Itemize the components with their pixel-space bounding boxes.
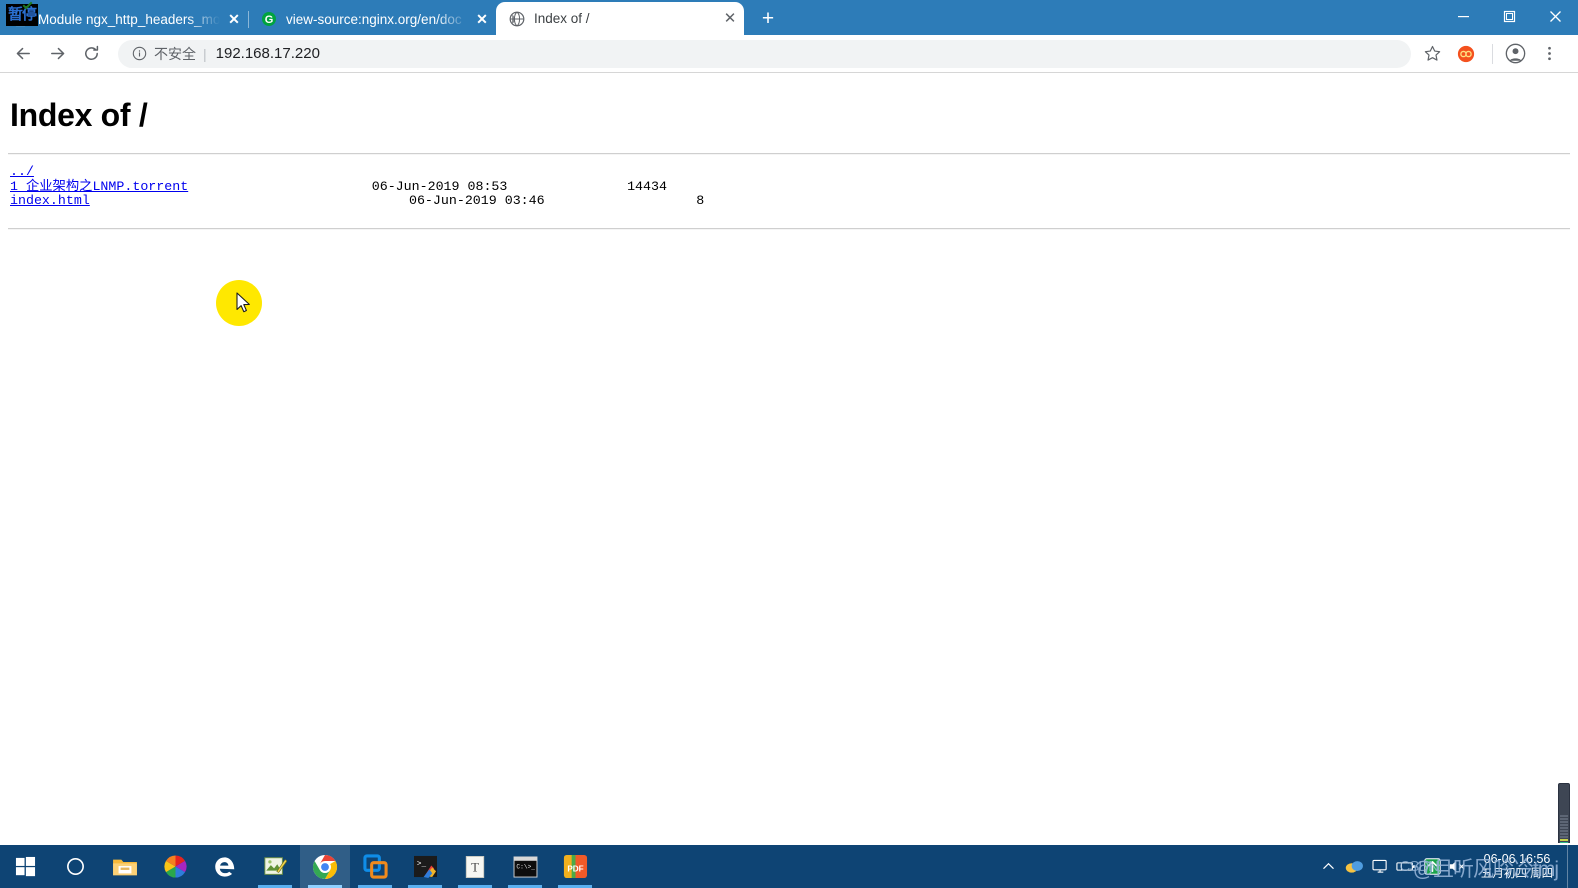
- browser-tab-3-title: Index of /: [534, 11, 590, 26]
- gauge-bar: [1560, 818, 1568, 820]
- screen: Module ngx_http_headers_mo ✕ G view-sour…: [0, 0, 1578, 888]
- toolbar-divider: [1492, 43, 1493, 64]
- minimize-button[interactable]: [1440, 0, 1486, 32]
- performance-gauge-widget[interactable]: [1558, 783, 1570, 843]
- tab-strip: Module ngx_http_headers_mo ✕ G view-sour…: [0, 0, 1578, 35]
- typora-button[interactable]: T: [450, 845, 500, 888]
- browser-tab-2-title: view-source:nginx.org/en/doc: [286, 11, 462, 27]
- reload-button[interactable]: [76, 39, 106, 69]
- page-viewport: Index of / ../ 1 企业架构之LNMP.torrent 06-Ju…: [0, 73, 1578, 843]
- gauge-bar: [1560, 842, 1568, 843]
- pinwheel-app-button[interactable]: [150, 845, 200, 888]
- browser-tab-1-close-icon[interactable]: ✕: [226, 11, 242, 27]
- browser-tab-2-close-icon[interactable]: ✕: [474, 11, 490, 27]
- windows-taskbar: >_ T C:\>_ PDF 06-06 16:56 五月初四 周四 CSDN …: [0, 845, 1578, 888]
- back-button[interactable]: [8, 39, 38, 69]
- svg-text:PDF: PDF: [567, 864, 583, 873]
- file-explorer-button[interactable]: [100, 845, 150, 888]
- google-chrome-button[interactable]: [300, 845, 350, 888]
- page-title: Index of /: [10, 97, 148, 133]
- mouse-cursor: [236, 292, 254, 321]
- browser-tab-2[interactable]: G view-source:nginx.org/en/doc ✕: [248, 3, 496, 35]
- network-monitor-icon[interactable]: [1367, 845, 1393, 888]
- url-text: 192.168.17.220: [215, 45, 320, 62]
- taskbar-clock[interactable]: 06-06 16:56 五月初四 周四: [1471, 852, 1567, 882]
- gauge-bar: [1560, 821, 1568, 823]
- show-desktop-button[interactable]: [1567, 845, 1576, 888]
- vmware-workstation-button[interactable]: [350, 845, 400, 888]
- bottom-rule: [8, 227, 1570, 230]
- xshell-terminal-button[interactable]: >_: [400, 845, 450, 888]
- browser-tab-1-title: Module ngx_http_headers_mo: [38, 11, 220, 27]
- bookmark-star-icon[interactable]: [1417, 39, 1447, 69]
- start-button[interactable]: [0, 845, 50, 888]
- security-status-label: 不安全: [154, 45, 196, 62]
- svg-text:G: G: [264, 14, 273, 26]
- system-tray: 06-06 16:56 五月初四 周四 CSDN @且听风吟冷tmj: [1315, 845, 1578, 888]
- csdn-watermark: CSDN: [1399, 858, 1439, 875]
- close-button[interactable]: [1532, 0, 1578, 32]
- gauge-bar: [1560, 836, 1568, 838]
- green-g-icon: G: [260, 11, 277, 28]
- recorder-badge-label: 暂停: [8, 6, 37, 23]
- cortana-search-button[interactable]: [50, 845, 100, 888]
- gauge-bar: [1560, 839, 1568, 841]
- svg-text:T: T: [471, 860, 479, 874]
- address-bar[interactable]: 不安全 | 192.168.17.220: [118, 39, 1411, 68]
- restore-button[interactable]: [1486, 0, 1532, 32]
- toolbar-right-actions: [1417, 39, 1568, 69]
- account-icon[interactable]: [1500, 39, 1530, 69]
- screen-recorder-pause-badge[interactable]: 暂停: [6, 0, 39, 26]
- directory-listing[interactable]: ../ 1 企业架构之LNMP.torrent 06-Jun-2019 08:5…: [10, 164, 1570, 209]
- pdf-reader-button[interactable]: PDF: [550, 845, 600, 888]
- show-hidden-icons-chevron-icon[interactable]: [1315, 845, 1341, 888]
- gauge-bar: [1560, 830, 1568, 832]
- browser-tab-3[interactable]: Index of / ✕: [496, 2, 744, 35]
- clock-lunar-date: 五月初四 周四: [1480, 867, 1554, 880]
- browser-tab-3-close-icon[interactable]: ✕: [722, 11, 738, 27]
- globe-icon: [508, 10, 525, 27]
- svg-text:C:\>_: C:\>_: [516, 863, 535, 870]
- autoindex-page: Index of / ../ 1 企业架构之LNMP.torrent 06-Ju…: [0, 73, 1578, 230]
- extension-infinity-icon[interactable]: [1451, 39, 1481, 69]
- notepad-plus-button[interactable]: [250, 845, 300, 888]
- gauge-bar: [1560, 824, 1568, 826]
- microsoft-edge-button[interactable]: [200, 845, 250, 888]
- console-button[interactable]: C:\>_: [500, 845, 550, 888]
- chrome-browser-window: Module ngx_http_headers_mo ✕ G view-sour…: [0, 0, 1578, 845]
- clock-time: 06-06 16:56: [1483, 851, 1551, 866]
- omnibox-separator: |: [203, 45, 207, 62]
- volume-muted-icon[interactable]: [1445, 845, 1471, 888]
- svg-text:>_: >_: [416, 861, 426, 869]
- top-rule: [8, 153, 1570, 155]
- browser-toolbar: 不安全 | 192.168.17.220: [0, 35, 1578, 73]
- gauge-bar: [1560, 815, 1568, 817]
- forward-button[interactable]: [42, 39, 72, 69]
- gauge-bar: [1560, 827, 1568, 829]
- window-controls: [1440, 0, 1578, 35]
- onedrive-icon[interactable]: [1341, 845, 1367, 888]
- gauge-bar: [1560, 833, 1568, 835]
- chrome-menu-icon[interactable]: [1534, 39, 1564, 69]
- new-tab-button[interactable]: +: [753, 3, 783, 33]
- info-circle-icon[interactable]: [132, 46, 147, 61]
